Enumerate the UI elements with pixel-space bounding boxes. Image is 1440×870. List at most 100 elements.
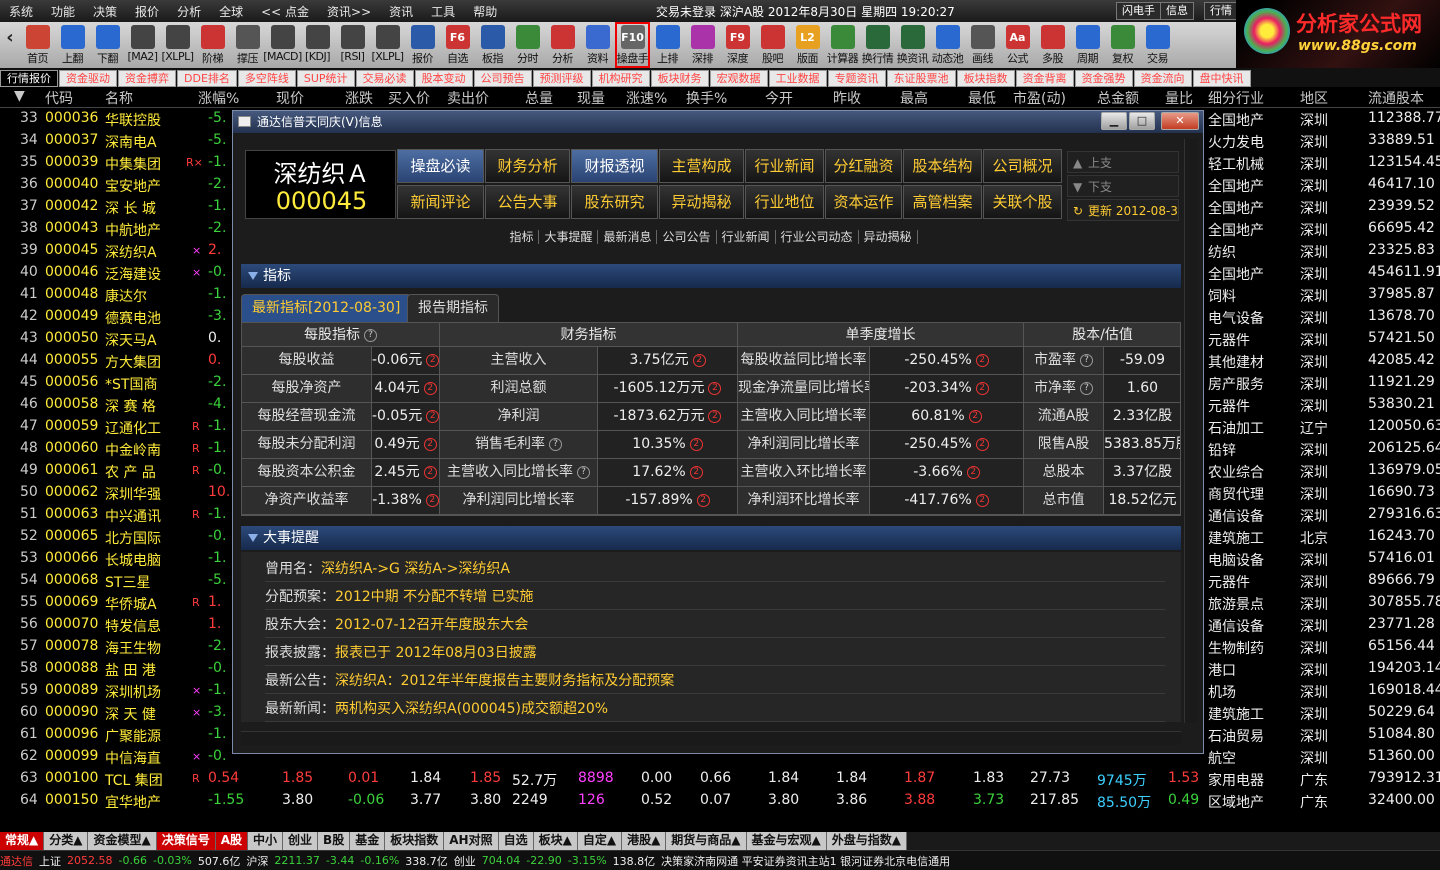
help-icon[interactable]: ? — [577, 465, 590, 479]
top-tab[interactable]: 资金强势 — [1074, 70, 1133, 87]
badge-2-icon[interactable]: 2 — [975, 493, 989, 507]
column-header[interactable]: 现价 — [276, 88, 304, 108]
event-item[interactable]: 曾用名：深纺织A->G 深纺A->深纺织A — [265, 558, 1165, 582]
metric-label[interactable]: 流通A股 — [1024, 403, 1104, 431]
top-tab[interactable]: 东证股票池 — [886, 70, 956, 87]
sub-link[interactable]: 行业公司动态 — [775, 230, 859, 244]
badge-2-icon[interactable]: 2 — [426, 409, 439, 423]
bottom-tab[interactable]: 港股▲ — [622, 832, 667, 850]
toolbar-button[interactable]: 阶梯 — [195, 22, 230, 68]
help-icon[interactable]: ? — [364, 328, 377, 342]
nav-button[interactable]: 股本结构 — [903, 149, 982, 183]
top-tab[interactable]: 资金流向 — [1133, 70, 1192, 87]
toolbar-button[interactable]: 换资讯 — [895, 22, 930, 68]
metric-label[interactable]: 净利润 — [440, 403, 598, 431]
nav-button[interactable]: 关联个股 — [983, 185, 1062, 219]
column-header[interactable]: 细分行业 — [1208, 88, 1264, 108]
top-tab[interactable]: 交易必读 — [355, 70, 414, 87]
toolbar-button[interactable]: 报价 — [405, 22, 440, 68]
nav-button[interactable]: 公告大事 — [485, 185, 570, 219]
metric-label[interactable]: 主营收入同比增长率 — [738, 403, 870, 431]
badge-2-icon[interactable]: 2 — [696, 493, 710, 507]
toolbar-button[interactable]: 股吧 — [755, 22, 790, 68]
nav-button[interactable]: 行业新闻 — [745, 149, 824, 183]
metric-label[interactable]: 每股收益同比增长率 — [738, 347, 870, 375]
top-tab[interactable]: 专题资讯 — [827, 70, 886, 87]
column-header[interactable]: 地区 — [1300, 88, 1328, 108]
event-item[interactable]: 报表披露：报表已于 2012年08月03日披露 — [265, 642, 1165, 666]
badge-2-icon[interactable]: 2 — [708, 381, 722, 395]
toolbar-button[interactable]: 上排 — [650, 22, 685, 68]
column-header[interactable]: 流通股本 — [1368, 88, 1424, 108]
badge-2-icon[interactable]: 2 — [423, 437, 437, 451]
menu-item[interactable]: 资讯>> — [318, 3, 380, 20]
top-tab[interactable]: 机构研究 — [591, 70, 650, 87]
nav-button[interactable]: 行业地位 — [745, 185, 824, 219]
nav-button[interactable]: 资本运作 — [825, 185, 902, 219]
metric-label[interactable]: 市净率? — [1024, 375, 1104, 403]
menu-item[interactable]: 系统 — [0, 3, 42, 20]
badge-2-icon[interactable]: 2 — [975, 437, 989, 451]
column-header[interactable]: 量比 — [1165, 88, 1193, 108]
toolbar-button[interactable]: [RSI] — [335, 22, 370, 68]
column-header[interactable]: 总量 — [525, 88, 553, 108]
event-item[interactable]: 最新公告：深纺织A：2012年半年度报告主要财务指标及分配预案 — [265, 670, 1165, 694]
metric-label[interactable]: 净利润同比增长率 — [738, 431, 870, 459]
sub-link[interactable]: 异动揭秘 — [858, 230, 918, 244]
top-tab[interactable]: 行情报价 — [0, 70, 58, 87]
bottom-tab[interactable]: 常规▲ — [0, 832, 45, 850]
toolbar-button[interactable]: 资料 — [580, 22, 615, 68]
column-header[interactable]: 代码 — [45, 88, 73, 108]
section-events-header[interactable]: 大事提醒 — [241, 526, 1181, 550]
section-indicators-header[interactable]: 指标 — [241, 264, 1181, 288]
metric-label[interactable]: 总市值 — [1024, 487, 1104, 515]
nav-button[interactable]: 新闻评论 — [397, 185, 484, 219]
top-tab[interactable]: 股本变动 — [414, 70, 473, 87]
tab-latest-indicators[interactable]: 最新指标[2012-08-30] — [241, 294, 412, 322]
side-button[interactable]: ▼ 下支 — [1067, 175, 1179, 197]
menu-item[interactable]: 决策 — [84, 3, 126, 20]
help-icon[interactable]: ? — [549, 437, 562, 451]
column-header[interactable]: 涨跌 — [345, 88, 373, 108]
top-right-button[interactable]: 信息 — [1160, 2, 1194, 20]
badge-2-icon[interactable]: 2 — [708, 409, 722, 423]
bottom-tab[interactable]: 自选 — [498, 832, 534, 850]
menu-item[interactable]: 全球 — [210, 3, 252, 20]
bottom-tab[interactable]: 基金 — [350, 832, 386, 850]
metric-label[interactable]: 主营收入同比增长率? — [440, 459, 598, 487]
column-header[interactable]: 总金额 — [1097, 88, 1139, 108]
bottom-tab[interactable]: 外盘与指数▲ — [826, 832, 907, 850]
bottom-tab[interactable]: 基金与宏观▲ — [746, 832, 827, 850]
sub-link[interactable]: 最新消息 — [598, 230, 658, 244]
bottom-tab[interactable]: A股 — [215, 832, 249, 850]
toolbar-button[interactable]: 分析 — [545, 22, 580, 68]
table-row[interactable]: 64 000150 宜华地产 -1.55 3.80 -0.06 3.77 3.80 2249 12… — [0, 790, 1440, 812]
sort-selector-icon[interactable]: ▼ — [14, 88, 25, 104]
bottom-tab[interactable]: 期货与商品▲ — [666, 832, 747, 850]
column-header[interactable]: 涨幅% — [198, 88, 239, 108]
column-header[interactable]: 最高 — [900, 88, 928, 108]
toolbar-button[interactable]: [MA2] — [125, 22, 160, 68]
toolbar-button[interactable]: 首页 — [20, 22, 55, 68]
side-button[interactable]: ↻ 更新 2012-08-30 — [1067, 199, 1179, 221]
news-ticker[interactable]: 决策家济南网通 平安证券资讯主站1 银河证券北京电信通用 — [661, 853, 950, 869]
top-tab[interactable]: 资金驱动 — [59, 70, 117, 87]
metric-label[interactable]: 净资产收益率 — [242, 487, 372, 515]
menu-item[interactable]: 报价 — [126, 3, 168, 20]
column-header[interactable]: 涨速% — [626, 88, 667, 108]
toolbar-button[interactable]: 画线 — [965, 22, 1000, 68]
toolbar-button[interactable]: [XLPL] — [370, 22, 405, 68]
toolbar-button[interactable]: Aa 公式 — [1000, 22, 1035, 68]
metric-label[interactable]: 每股未分配利润 — [242, 431, 372, 459]
badge-2-icon[interactable]: 2 — [975, 353, 989, 367]
top-tab[interactable]: SUP统计 — [296, 70, 355, 87]
nav-button[interactable]: 主营构成 — [659, 149, 744, 183]
badge-2-icon[interactable]: 2 — [968, 409, 982, 423]
bottom-tab[interactable]: 中小 — [248, 832, 284, 850]
top-tab[interactable]: 板块指数 — [956, 70, 1015, 87]
metric-label[interactable]: 每股经营现金流 — [242, 403, 372, 431]
menu-item[interactable]: 分析 — [168, 3, 210, 20]
metric-label[interactable]: 市盈率? — [1024, 347, 1104, 375]
metric-label[interactable]: 主营收入 — [440, 347, 598, 375]
sub-link[interactable]: 公司公告 — [657, 230, 717, 244]
